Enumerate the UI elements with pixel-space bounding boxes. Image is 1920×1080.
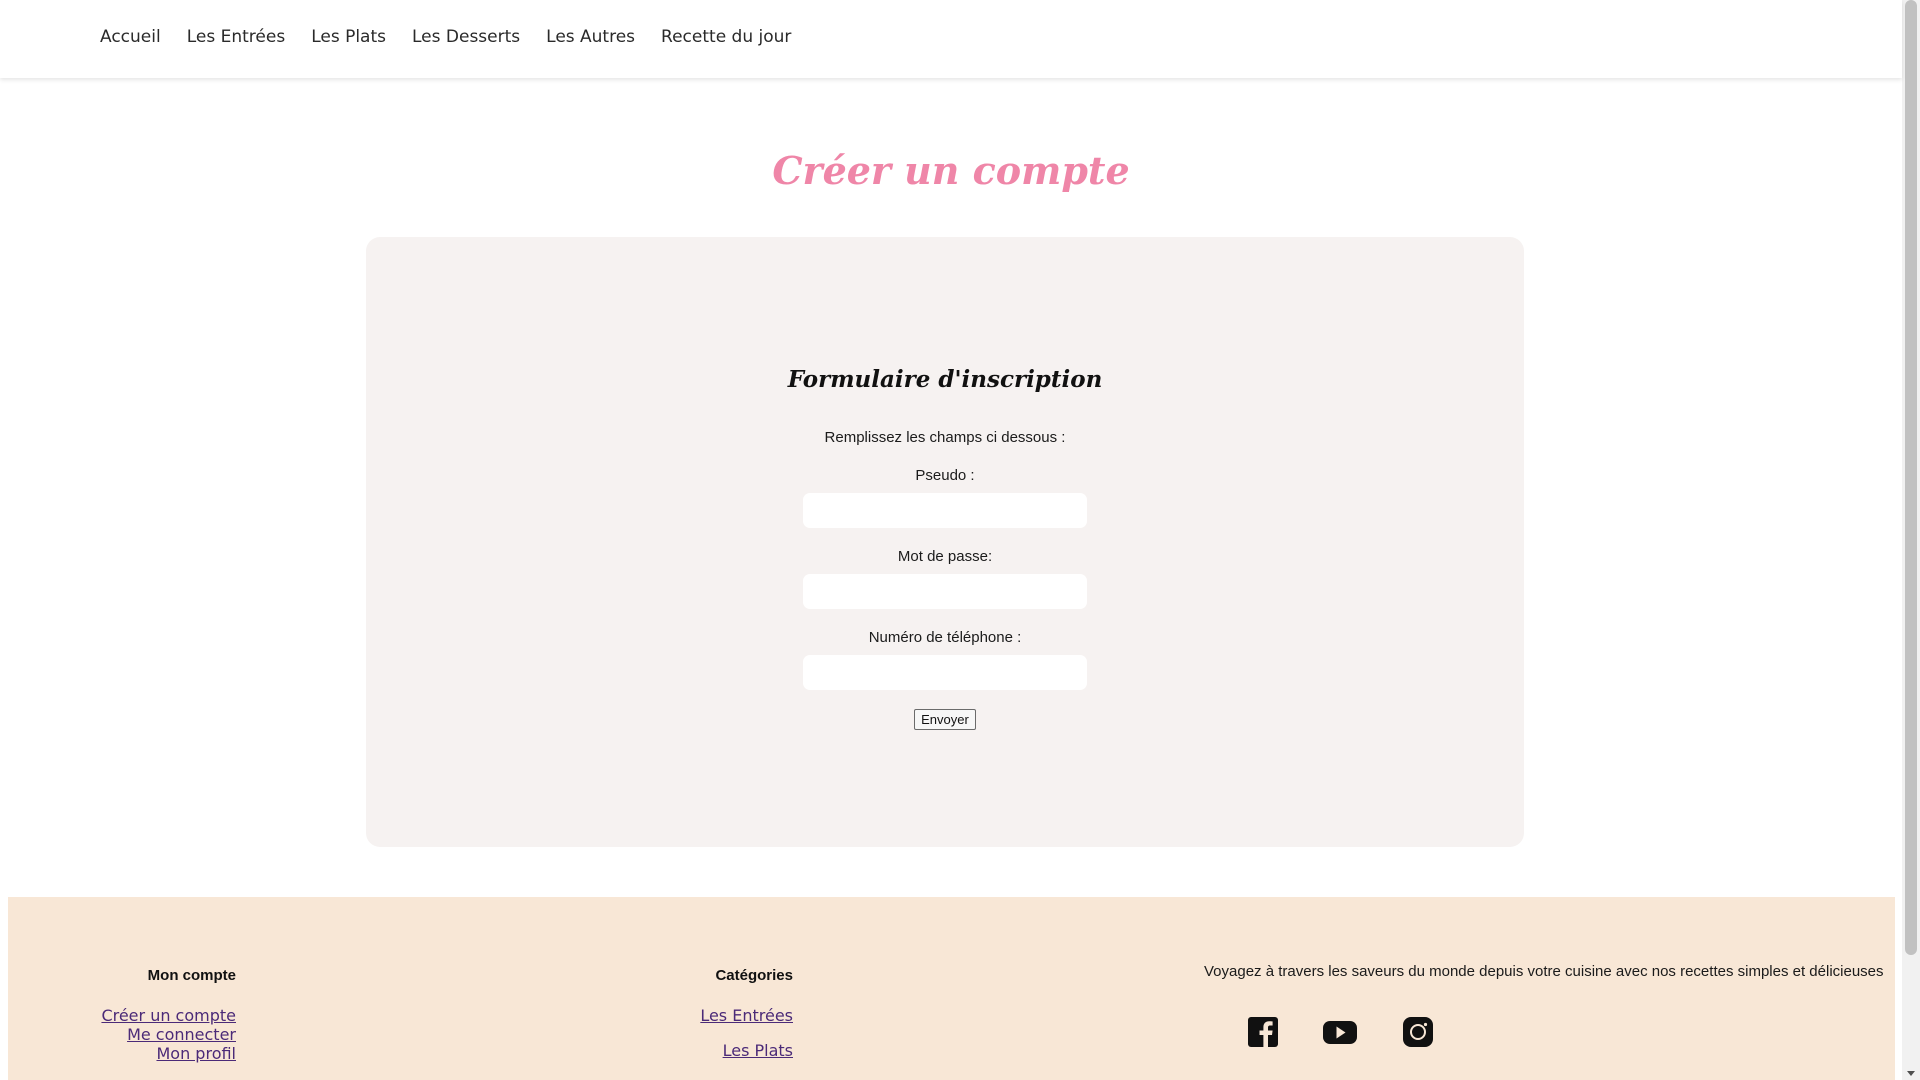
nav-item-accueil[interactable]: Accueil [100,27,161,47]
footer-account-title: Mon compte [147,967,236,984]
nav-item-plats[interactable]: Les Plats [311,27,386,47]
page: Accueil Les Entrées Les Plats Les Desser… [0,0,1920,1080]
footer-link-plats[interactable]: Les Plats [723,1041,793,1060]
password-input[interactable] [803,574,1087,609]
footer-link-me-connecter[interactable]: Me connecter [127,1025,236,1044]
form-heading: Formulaire d'inscription [787,366,1103,393]
youtube-icon[interactable] [1322,1016,1358,1048]
nav-item-recette-du-jour[interactable]: Recette du jour [661,27,791,47]
footer-tagline: Voyagez à travers les saveurs du monde d… [1204,963,1884,980]
password-label: Mot de passe: [897,548,993,565]
submit-button[interactable]: Envoyer [914,709,976,730]
nav-item-autres[interactable]: Les Autres [546,27,635,47]
phone-input[interactable] [803,655,1087,690]
page-scrollbar[interactable] [1902,0,1920,1080]
main-nav: Accueil Les Entrées Les Plats Les Desser… [100,27,791,47]
nav-item-desserts[interactable]: Les Desserts [412,27,520,47]
scrollbar-thumb[interactable] [1905,0,1917,955]
pseudo-label: Pseudo : [915,467,975,484]
scroll-down-arrow-icon[interactable] [1907,1071,1915,1076]
nav-item-entrees[interactable]: Les Entrées [187,27,285,47]
page-title: Créer un compte [772,148,1130,193]
form-intro-text: Remplissez les champs ci dessous : [824,429,1066,446]
facebook-icon[interactable] [1247,1016,1279,1048]
footer-categories-title: Catégories [715,967,793,984]
signup-form-card: Formulaire d'inscription Remplissez les … [366,237,1524,847]
footer-link-mon-profil[interactable]: Mon profil [156,1044,236,1063]
signup-form: Formulaire d'inscription Remplissez les … [366,237,1524,730]
top-navbar: Accueil Les Entrées Les Plats Les Desser… [0,0,1902,78]
pseudo-input[interactable] [803,493,1087,528]
footer: Mon compte Créer un compte Me connecter … [8,897,1895,1080]
footer-link-creer-compte[interactable]: Créer un compte [101,1006,236,1025]
footer-link-entrees[interactable]: Les Entrées [700,1006,793,1025]
phone-label: Numéro de téléphone : [868,629,1022,646]
instagram-icon[interactable] [1402,1016,1434,1048]
